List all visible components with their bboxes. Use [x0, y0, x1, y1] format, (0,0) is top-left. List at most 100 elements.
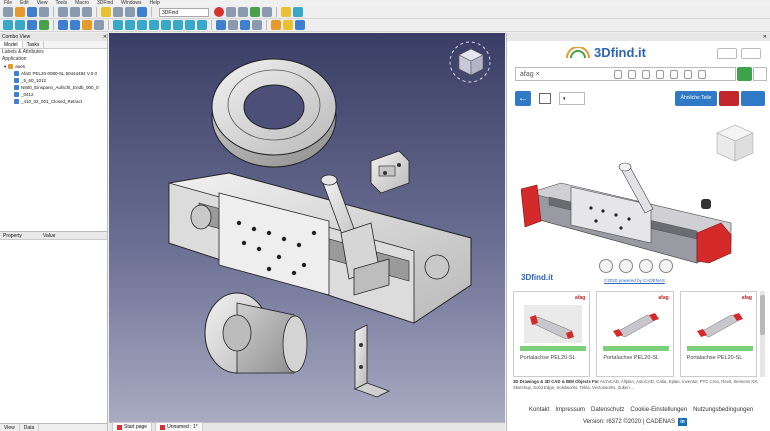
help-icon[interactable]	[295, 20, 305, 30]
scrollbar-thumb[interactable]	[760, 295, 765, 335]
whats-this-icon[interactable]	[137, 7, 147, 17]
bottom-view-icon[interactable]	[185, 20, 195, 30]
draw-style-icon[interactable]	[27, 20, 37, 30]
angle-bracket-part[interactable]	[353, 324, 391, 398]
bounding-box-icon[interactable]	[39, 20, 49, 30]
expand-arrow-icon[interactable]: ▾	[4, 63, 6, 70]
front-view-icon[interactable]	[137, 20, 147, 30]
new-file-icon[interactable]	[3, 7, 13, 17]
download-button[interactable]	[741, 91, 765, 106]
tab-unnamed[interactable]: Unnamed : 1*	[155, 422, 203, 431]
pencil-icon[interactable]	[642, 70, 650, 79]
tags-icon[interactable]	[698, 70, 706, 79]
redo-icon[interactable]	[113, 7, 123, 17]
3dfind-search-icon[interactable]	[293, 7, 303, 17]
3d-viewport[interactable]	[109, 33, 505, 422]
language-menu-button[interactable]	[741, 48, 761, 59]
tab-model[interactable]: Model	[0, 41, 23, 48]
result-card[interactable]: afag Portalachse PEL20-SL	[679, 291, 757, 377]
macro-edit-icon[interactable]	[238, 7, 248, 17]
tree-item[interactable]: _0412	[0, 91, 107, 98]
back-button[interactable]: ←	[515, 91, 531, 106]
cloud-icon[interactable]	[271, 20, 281, 30]
macro-stop-icon[interactable]	[226, 7, 236, 17]
tab-view[interactable]: View	[0, 424, 20, 431]
right-view-icon[interactable]	[161, 20, 171, 30]
fit-all-icon[interactable]	[3, 20, 13, 30]
tab-start-page[interactable]: Start page	[112, 422, 153, 431]
tab-data[interactable]: Data	[20, 424, 40, 431]
forward-arrow-icon[interactable]	[70, 20, 80, 30]
tree-document[interactable]: ▾ anes	[0, 63, 107, 70]
3dfind-icon[interactable]	[281, 7, 291, 17]
linkedin-icon[interactable]: in	[678, 418, 688, 426]
view-cube-icon[interactable]	[716, 124, 754, 162]
tree-root[interactable]: Application	[0, 56, 107, 63]
panel-close-icon[interactable]: ✕	[763, 34, 767, 40]
linear-axis-part[interactable]	[168, 172, 472, 324]
tree-item[interactable]: _5_60_1012	[0, 77, 107, 84]
search-input[interactable]: afag ×	[520, 70, 540, 79]
results-scrollbar[interactable]	[760, 291, 765, 377]
cad-download-button[interactable]	[719, 91, 739, 106]
tree-item[interactable]: _410_02_001_Closed_Retract	[0, 98, 107, 105]
footer-link-kontakt[interactable]: Kontakt	[529, 407, 549, 413]
link-icon[interactable]	[82, 20, 92, 30]
workbench-select[interactable]: 3DFind	[159, 7, 209, 17]
left-view-icon[interactable]	[197, 20, 207, 30]
navigation-cube-icon[interactable]	[447, 39, 493, 85]
tree-item[interactable]: N800_Einspann_Aufscht_Endb_000_0	[0, 84, 107, 91]
macro-record-icon[interactable]	[214, 7, 224, 17]
footer-link-cookies[interactable]: Cookie-Einstellungen	[630, 407, 687, 413]
palette-icon[interactable]	[656, 70, 664, 79]
measure-icon[interactable]	[252, 20, 262, 30]
user-menu-button[interactable]	[717, 48, 737, 59]
zoom-icon[interactable]	[113, 20, 123, 30]
bearing-ring-part[interactable]	[211, 58, 337, 168]
result-card[interactable]: afag Portalachse PEL20-SL	[596, 291, 674, 377]
isometric-view-icon[interactable]	[125, 20, 135, 30]
copy-icon[interactable]	[70, 7, 80, 17]
help-icon[interactable]	[659, 259, 673, 273]
view-mode-dropdown[interactable]: ▾	[559, 92, 585, 105]
similar-parts-button[interactable]: Ähnliche Teile	[675, 91, 717, 106]
footer-link-impressum[interactable]: Impressum	[555, 407, 585, 413]
cube-view-icon[interactable]	[599, 259, 613, 273]
rear-view-icon[interactable]	[173, 20, 183, 30]
sketch-icon[interactable]	[670, 70, 678, 79]
macro-run-icon[interactable]	[250, 7, 260, 17]
group-icon[interactable]	[240, 20, 250, 30]
filter-button[interactable]	[753, 67, 767, 81]
part-preview-3d[interactable]	[521, 113, 761, 265]
table-view-icon[interactable]	[539, 93, 551, 104]
cut-icon[interactable]	[58, 7, 68, 17]
search-button[interactable]	[737, 67, 752, 81]
save-icon[interactable]	[27, 7, 37, 17]
top-view-icon[interactable]	[149, 20, 159, 30]
part-icon[interactable]	[228, 20, 238, 30]
monitor-icon[interactable]	[639, 259, 653, 273]
panel-close-icon[interactable]: ✕	[103, 33, 107, 41]
footer-link-terms[interactable]: Nutzungsbedingungen	[693, 407, 753, 413]
clear-search-icon[interactable]: ×	[536, 71, 540, 78]
clamp-block-part[interactable]	[370, 150, 410, 194]
fit-selection-icon[interactable]	[15, 20, 25, 30]
result-card[interactable]: afag Portalachse PEL20-SL	[513, 291, 591, 377]
tab-tasks[interactable]: Tasks	[23, 41, 45, 48]
folder-icon[interactable]	[216, 20, 226, 30]
paste-icon[interactable]	[82, 7, 92, 17]
footer-link-datenschutz[interactable]: Datenschutz	[591, 407, 624, 413]
layers-icon[interactable]	[619, 259, 633, 273]
print-icon[interactable]	[39, 7, 49, 17]
book-icon[interactable]	[94, 20, 104, 30]
camera-icon[interactable]	[684, 70, 692, 79]
tree-item[interactable]: AfaG PEL20-0080-SL 50444484 V.0.0	[0, 70, 107, 77]
cube-icon[interactable]	[628, 70, 636, 79]
refresh-icon[interactable]	[125, 7, 135, 17]
hierarchy-icon[interactable]	[614, 70, 622, 79]
undo-icon[interactable]	[101, 7, 111, 17]
cadenas-link[interactable]: ©2020 powered by CADENAS	[604, 278, 665, 283]
shaft-part[interactable]	[204, 292, 308, 374]
lightbulb-icon[interactable]	[283, 20, 293, 30]
search-bar[interactable]: afag ×	[515, 67, 736, 81]
